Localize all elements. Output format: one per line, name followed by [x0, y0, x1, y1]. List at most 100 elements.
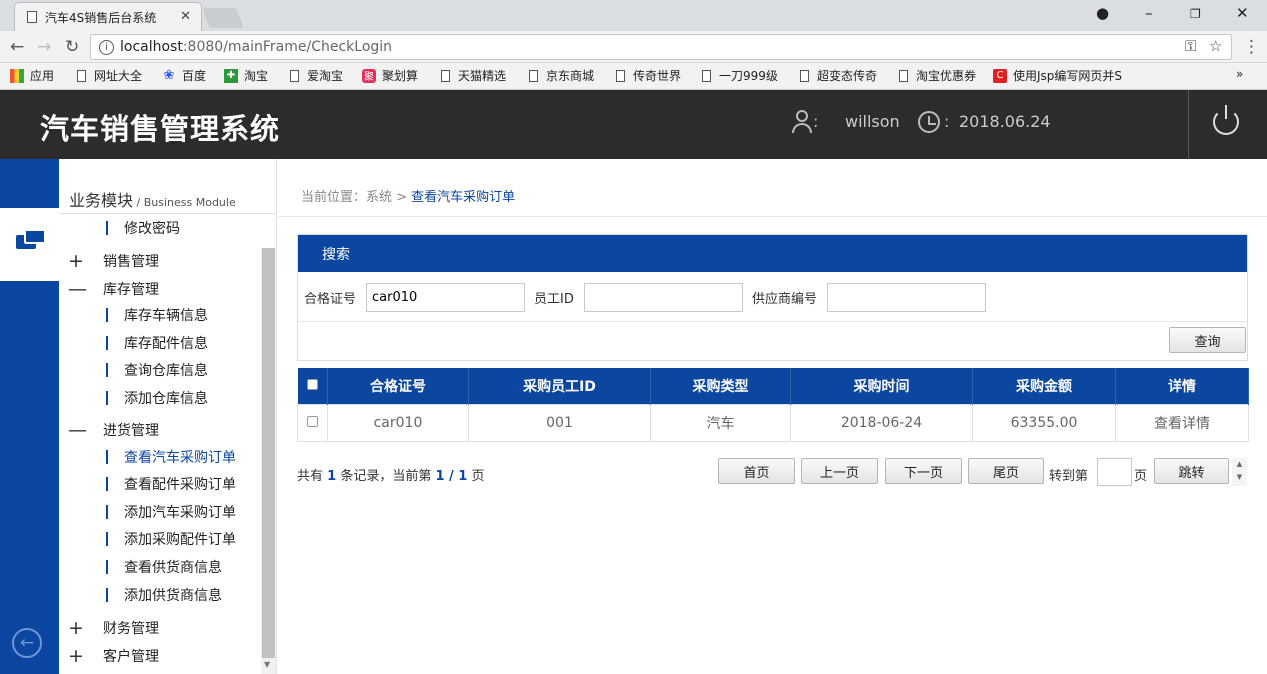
collapse-minus-icon[interactable]: — — [59, 278, 103, 300]
app-header: 汽车销售管理系统 : willson : 2018.06.24 — [0, 90, 1267, 159]
column-header[interactable]: 采购金额 — [972, 368, 1116, 404]
row-select-cell — [297, 403, 328, 442]
sidebar-item-8[interactable]: 查看汽车采购订单 — [59, 444, 259, 470]
forward-arrow-icon[interactable]: → — [37, 37, 51, 57]
expand-plus-icon[interactable]: + — [59, 250, 103, 272]
prev-page-button[interactable]: 上一页 — [801, 458, 878, 484]
sidebar-item-4[interactable]: 库存配件信息 — [59, 330, 259, 356]
sidebar-item-label: 查询仓库信息 — [124, 363, 208, 379]
restore-icon[interactable]: ❐ — [1190, 7, 1201, 21]
sidebar-item-label: 修改密码 — [124, 221, 180, 237]
browser-tab[interactable]: 汽车4S销售后台系统 ✕ — [14, 2, 202, 31]
back-arrow-icon[interactable]: ← — [10, 37, 24, 57]
bookmarks-more-button[interactable]: » — [1236, 67, 1243, 81]
page-icon — [77, 69, 86, 82]
collapse-back-icon[interactable]: ← — [12, 628, 42, 658]
sidebar-item-9[interactable]: 查看配件采购订单 — [59, 471, 259, 497]
column-header[interactable]: 采购时间 — [790, 368, 973, 404]
power-icon[interactable] — [1213, 105, 1239, 135]
bookmark-item[interactable]: ✚ 淘宝 — [224, 67, 268, 84]
sidebar-item-label: 查看汽车采购订单 — [124, 450, 236, 466]
sidebar-item-0[interactable]: 修改密码 — [59, 215, 259, 241]
sidebar-item-3[interactable]: 库存车辆信息 — [59, 302, 259, 328]
key-icon[interactable]: ⚿ — [1185, 37, 1196, 55]
bookmark-item[interactable]: 爱淘宝 — [290, 67, 343, 84]
employee-id-input[interactable] — [583, 283, 743, 312]
user-icon — [792, 110, 812, 134]
bookmark-item[interactable]: 聚聚划算 — [362, 67, 418, 84]
employee-id-label: 员工ID — [534, 292, 574, 307]
next-page-button[interactable]: 下一页 — [885, 458, 962, 484]
sidebar-item-group-14[interactable]: + 财务管理 — [59, 615, 259, 641]
menu-bullet-bar — [106, 505, 108, 519]
menu-bullet-bar — [106, 477, 108, 491]
bookmark-item[interactable]: 超变态传奇 — [800, 67, 877, 84]
sidebar-item-group-1[interactable]: + 销售管理 — [59, 248, 259, 274]
first-page-button[interactable]: 首页 — [718, 458, 795, 484]
username: willson — [845, 112, 900, 131]
page-icon — [616, 69, 625, 82]
bookmark-item[interactable]: 一刀999级 — [702, 67, 778, 84]
sidebar-item-label: 客户管理 — [103, 649, 159, 665]
employee-id-cell: 001 — [468, 403, 651, 442]
column-header[interactable]: 采购类型 — [650, 368, 791, 404]
bookmark-item[interactable]: 京东商城 — [529, 67, 594, 84]
close-window-icon[interactable]: ✕ — [1236, 4, 1249, 22]
bookmark-apps[interactable]: 应用 — [10, 67, 54, 84]
sidebar-item-5[interactable]: 查询仓库信息 — [59, 357, 259, 383]
bookmark-item[interactable]: 天猫精选 — [441, 67, 506, 84]
menu-dots-icon[interactable]: ⋮ — [1243, 37, 1260, 57]
info-icon[interactable]: i — [99, 39, 114, 55]
sidebar-item-12[interactable]: 查看供货商信息 — [59, 554, 259, 580]
sidebar-item-label: 添加采购配件订单 — [124, 532, 236, 548]
page-number-input[interactable] — [1097, 458, 1132, 486]
sidebar-item-label: 查看供货商信息 — [124, 560, 222, 576]
query-button[interactable]: 查询 — [1169, 327, 1246, 353]
collapse-minus-icon[interactable]: — — [59, 419, 103, 441]
last-page-button[interactable]: 尾页 — [968, 458, 1044, 484]
bookmark-item[interactable]: 网址大全 — [77, 67, 142, 84]
bookmark-item[interactable]: 淘宝优惠券 — [899, 67, 976, 84]
row-checkbox[interactable] — [307, 415, 318, 427]
sidebar-item-11[interactable]: 添加采购配件订单 — [59, 526, 259, 552]
bookmark-item[interactable]: ❀ 百度 — [162, 67, 206, 84]
sidebar-scroll-thumb[interactable] — [262, 248, 275, 658]
page-spinner[interactable]: ▲ ▼ — [1232, 458, 1247, 486]
sidebar-item-6[interactable]: 添加仓库信息 — [59, 385, 259, 411]
bookmark-item[interactable]: C 使用Jsp编写网页并S — [993, 67, 1122, 84]
expand-plus-icon[interactable]: + — [59, 645, 103, 667]
purchase-date-cell: 2018-06-24 — [790, 403, 973, 442]
minimize-icon[interactable]: – — [1145, 4, 1153, 22]
sidebar-item-group-2[interactable]: — 库存管理 — [59, 276, 259, 302]
star-icon[interactable]: ☆ — [1209, 37, 1222, 55]
sidebar-item-label: 添加汽车采购订单 — [124, 505, 236, 521]
breadcrumb-current[interactable]: 查看汽车采购订单 — [411, 190, 515, 205]
header-divider — [1188, 90, 1189, 159]
column-header[interactable]: 采购员工ID — [468, 368, 651, 404]
sidebar-item-group-15[interactable]: + 客户管理 — [59, 643, 259, 669]
view-details-link[interactable]: 查看详情 — [1115, 403, 1249, 442]
menu-bullet-bar — [106, 221, 108, 235]
jump-button[interactable]: 跳转 — [1154, 458, 1229, 484]
cert-no-input[interactable] — [366, 283, 526, 312]
column-header[interactable]: 合格证号 — [327, 368, 469, 404]
menu-bullet-bar — [106, 450, 108, 464]
account-icon[interactable]: ● — [1096, 4, 1109, 22]
supplier-no-label: 供应商编号 — [752, 292, 818, 307]
supplier-no-input[interactable] — [827, 283, 987, 312]
select-all-checkbox[interactable] — [306, 378, 318, 390]
url-input[interactable]: i localhost :8080/mainFrame/CheckLogin ⚿… — [90, 34, 1232, 60]
cert-no-field-group: 合格证号 — [304, 283, 526, 312]
reload-icon[interactable]: ↻ — [65, 37, 79, 57]
new-tab-button[interactable] — [202, 8, 244, 28]
scroll-down-icon[interactable]: ▼ — [264, 660, 270, 669]
sidebar-item-label: 销售管理 — [103, 254, 159, 270]
bookmark-item[interactable]: 传奇世界 — [616, 67, 681, 84]
tab-close-icon[interactable]: ✕ — [180, 9, 191, 24]
column-header[interactable]: 详情 — [1115, 368, 1249, 404]
sidebar-item-13[interactable]: 添加供货商信息 — [59, 582, 259, 608]
expand-plus-icon[interactable]: + — [59, 617, 103, 639]
sidebar-item-group-7[interactable]: — 进货管理 — [59, 417, 259, 443]
sidebar-item-10[interactable]: 添加汽车采购订单 — [59, 499, 259, 525]
current-date: 2018.06.24 — [959, 112, 1051, 131]
